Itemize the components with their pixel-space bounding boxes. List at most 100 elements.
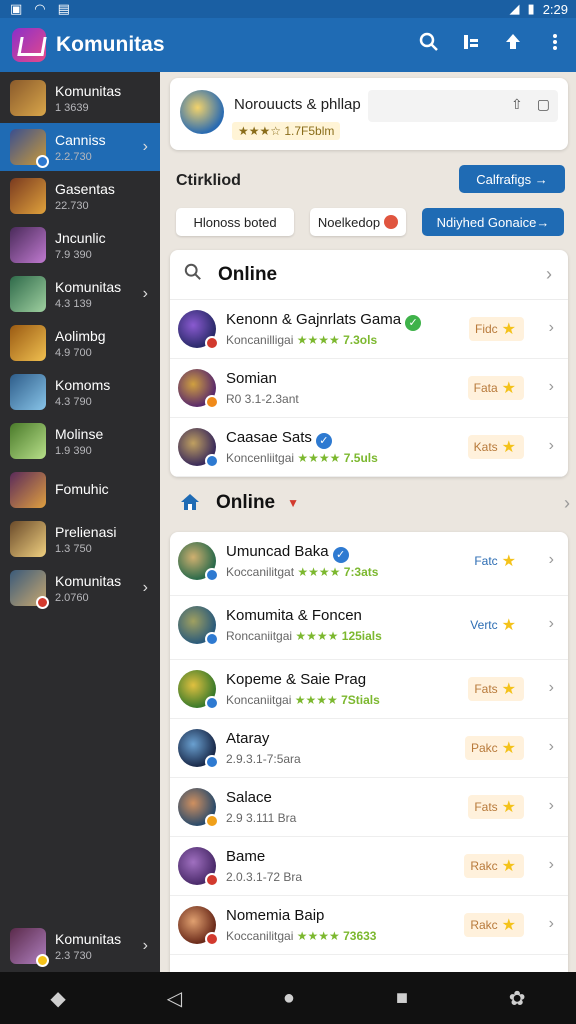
search-button[interactable] — [408, 32, 450, 58]
sidebar-item-title: Canniss — [55, 131, 106, 148]
chevron-right-icon: › — [142, 937, 148, 954]
signal-icon: ◢ — [509, 1, 520, 16]
tag-badge[interactable]: Rakc ★ — [464, 854, 524, 878]
online-list-2: Umuncad Baka ✓ Koccanilitgat ★★★★ 7:3ats Fa… — [170, 532, 568, 972]
list-item[interactable]: Ataray 2.9.3.1-7:5ara Pakc ★ › — [170, 719, 568, 778]
list-item[interactable]: Somian R0 3.1-2.3ant Fata ★ › — [170, 359, 568, 418]
sidebar-item[interactable]: Komunitas 1 3639 — [0, 74, 160, 122]
up-icon[interactable]: ⇧ — [511, 96, 523, 113]
sidebar-item-title: Komunitas — [55, 82, 122, 99]
item-subtitle-prefix: Koncenliitgai — [226, 451, 295, 465]
chevron-right-icon: › — [548, 797, 554, 814]
app-bar: Komunitas — [0, 18, 576, 72]
tag-badge[interactable]: Fidc ★ — [468, 317, 524, 341]
sidebar-item[interactable]: Molinse 1.9 390 — [0, 417, 160, 465]
item-subtitle-prefix: 2.0.3.1-72 Bra — [226, 870, 303, 884]
chevron-right-icon: › — [548, 915, 554, 932]
upload-button[interactable] — [492, 32, 534, 58]
item-name-text: Bame — [226, 848, 266, 865]
tag-badge[interactable]: Kats ★ — [467, 435, 524, 459]
status-dot-icon — [205, 814, 219, 828]
diamond-nav-icon[interactable]: ◆ — [50, 986, 65, 1011]
status-dot-icon — [205, 568, 219, 582]
featured-avatar — [180, 90, 224, 134]
recents-icon[interactable]: ■ — [396, 987, 408, 1010]
star-icon: ★ — [501, 617, 516, 634]
item-subtitle-suffix: 7:3ats — [343, 565, 379, 579]
community-thumbnail — [10, 276, 46, 312]
settings-icon[interactable]: ✿ — [509, 986, 526, 1011]
square-icon[interactable]: ▢ — [537, 96, 550, 113]
online-label: Online — [218, 263, 278, 285]
sidebar-item[interactable]: Komunitas 4.3 139 › — [0, 270, 160, 318]
sidebar-item-title: Jncunlic — [55, 229, 106, 246]
online-label-2: Online — [216, 492, 276, 513]
sidebar-item[interactable]: Aolimbg 4.9 700 — [0, 319, 160, 367]
sidebar-item[interactable]: Gasentas 22.730 — [0, 172, 160, 220]
star-icon: ★ — [501, 321, 516, 338]
main-content: Norouucts & phllap ★★★☆ 1.7F5blm ⇧ ▢ Cti… — [160, 72, 576, 972]
list-item[interactable]: Salace 2.9 3.111 Bra Fats ★ › — [170, 778, 568, 837]
item-subtitle-suffix: 73633 — [343, 929, 377, 943]
community-thumbnail — [10, 521, 46, 557]
sidebar-item[interactable]: Komunitas 2.0760 › — [0, 564, 160, 612]
home-nav-icon[interactable]: ● — [283, 987, 295, 1010]
star-icon: ★ — [501, 380, 516, 397]
featured-card[interactable]: Norouucts & phllap ★★★☆ 1.7F5blm ⇧ ▢ — [170, 78, 568, 150]
configure-button[interactable]: Calfrafigs → — [459, 165, 565, 193]
filter-pill-2[interactable]: Noelkedop — [310, 208, 406, 236]
filter-button[interactable] — [450, 32, 492, 58]
app-notification-icon: ▤ — [57, 1, 70, 16]
tag-badge[interactable]: Fats ★ — [468, 795, 524, 819]
sidebar-item-sub: 1 3639 — [55, 101, 89, 114]
tag-badge[interactable]: Fatc ★ — [468, 549, 524, 573]
featured-rating: ★★★☆ 1.7F5blm — [232, 122, 341, 140]
item-name: Salace — [226, 789, 272, 806]
list-item[interactable]: Umuncad Baka ✓ Koccanilitgat ★★★★ 7:3ats Fa… — [170, 532, 568, 596]
tag-badge[interactable]: Vertc ★ — [464, 613, 524, 637]
community-avatar — [178, 428, 219, 468]
tag-badge[interactable]: Pakc ★ — [464, 736, 524, 760]
more-vert-icon — [553, 34, 557, 50]
list-item[interactable]: Bame 2.0.3.1-72 Bra Rakc ★ › — [170, 837, 568, 896]
item-subtitle: 2.9.3.1-7:5ara — [226, 752, 301, 766]
online-section-header[interactable]: Online ▼ › — [180, 492, 570, 514]
battery-icon: ▮ — [527, 1, 535, 16]
tag-badge[interactable]: Fata ★ — [467, 376, 524, 400]
list-item[interactable]: Kopeme & Saie Prag Koncaniitgai ★★★★ 7Sti… — [170, 660, 568, 719]
list-item[interactable]: Komumita & Foncen Roncaniitgai ★★★★ 125ia… — [170, 596, 568, 660]
chevron-right-icon: › — [548, 738, 554, 755]
item-subtitle: 2.9 3.111 Bra — [226, 811, 296, 825]
verified-icon: ✓ — [332, 547, 349, 563]
filter-pill-3[interactable]: Ndiyhed Gonaice→ — [422, 208, 564, 236]
sidebar-item-title: Komunitas — [55, 930, 122, 947]
sidebar-item-title: Komoms — [55, 376, 111, 393]
sidebar-item[interactable]: Jncunlic 7.9 390 — [0, 221, 160, 269]
list-item[interactable]: Kenonn & Gajnrlats Gama ✓ Koncanilligai ★★… — [170, 300, 568, 359]
sidebar-item[interactable]: Prelienasi 1.3 750 — [0, 515, 160, 563]
tag-label: Fats — [474, 800, 498, 814]
list-item[interactable]: Caasae Sats ✓ Koncenliitgai ★★★★ 7.5uls Kat… — [170, 418, 568, 477]
verified-icon: ✓ — [315, 433, 332, 449]
sidebar-item-bottom[interactable]: Komunitas 2.3 730 › — [0, 922, 160, 970]
list-item[interactable]: Nomemia Baip Koccanilitgai ★★★★ 73633 Rakc… — [170, 896, 568, 955]
back-icon[interactable]: ◁ — [167, 986, 182, 1011]
more-options-button[interactable] — [534, 32, 576, 58]
online-header[interactable]: Online › — [170, 250, 568, 300]
item-subtitle: 2.0.3.1-72 Bra — [226, 870, 302, 884]
online-list-1: Online › Kenonn & Gajnrlats Gama ✓ Koncani… — [170, 250, 568, 477]
sidebar-item-sub: 1.3 750 — [55, 542, 92, 555]
sidebar-item[interactable]: Canniss 2.2.730 › — [0, 123, 160, 171]
sidebar-item[interactable]: Komoms 4.3 790 — [0, 368, 160, 416]
filter-pill-1[interactable]: Hlonoss boted — [176, 208, 294, 236]
tag-label: Pakc — [470, 741, 498, 755]
dropdown-caret-icon[interactable]: ▼ — [287, 496, 299, 510]
tag-badge[interactable]: Fats ★ — [468, 677, 524, 701]
status-dot-icon — [205, 395, 219, 409]
item-subtitle-prefix: Koncaniitgai — [226, 693, 292, 707]
tag-badge[interactable]: Rakc ★ — [464, 913, 524, 937]
item-name: Ataray — [226, 730, 269, 747]
sidebar-item[interactable]: Fomuhic — [0, 466, 160, 514]
tag-label: Fatc — [474, 554, 498, 568]
community-thumbnail — [10, 80, 46, 116]
